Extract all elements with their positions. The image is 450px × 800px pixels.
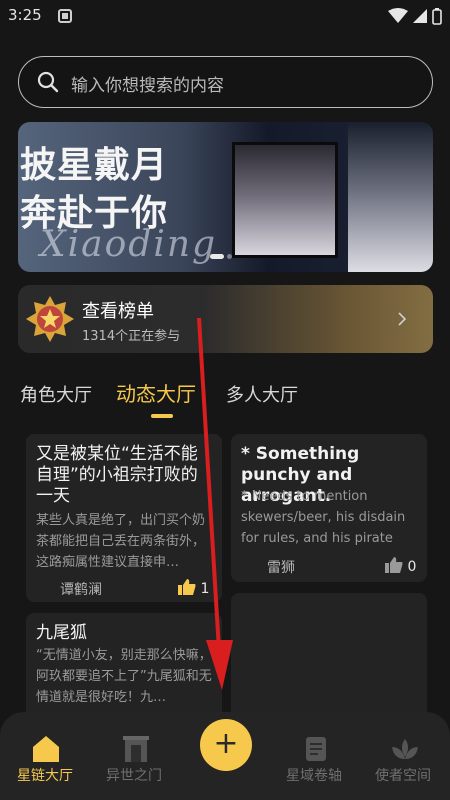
signal-icon	[412, 8, 428, 28]
banner-script-text: Xiaoding	[40, 224, 218, 265]
tab-active-indicator	[151, 414, 173, 418]
search-icon	[37, 71, 59, 97]
nav-star-hall[interactable]: 星链大厅	[17, 765, 73, 785]
status-time: 3:25	[8, 6, 42, 24]
post-author: 雷狮	[267, 560, 295, 576]
banner-photo-framed	[232, 142, 338, 258]
post-author: 谭鹤澜	[60, 582, 102, 598]
leaderboard-participants: 1314个正在参与	[82, 329, 181, 344]
carousel-indicator	[227, 254, 232, 259]
carousel-indicator-active	[210, 254, 224, 259]
like-button[interactable]: 0	[385, 557, 416, 575]
nav-envoy-space[interactable]: 使者空间	[375, 765, 431, 785]
post-card[interactable]: * Something punchy and arrogant. * Needs…	[231, 434, 427, 582]
medal-icon	[24, 293, 76, 349]
post-excerpt: 某些人真是绝了，出门买个奶茶都能把自己丢在两条街外，这路痴属性建议直接申…	[36, 513, 206, 570]
like-count: 0	[407, 559, 417, 575]
thumbs-up-icon	[178, 579, 196, 595]
banner-title-line1: 披星戴月	[20, 144, 169, 186]
tab-multiplayer-hall[interactable]: 多人大厅	[226, 381, 298, 407]
like-button[interactable]: 1	[178, 579, 209, 597]
lotus-icon	[390, 735, 420, 767]
hall-tabs: 角色大厅 动态大厅 多人大厅	[18, 378, 433, 418]
tab-character-hall[interactable]: 角色大厅	[20, 381, 92, 407]
nav-other-world-gate[interactable]: 异世之门	[106, 765, 162, 785]
scroll-icon	[302, 735, 330, 767]
like-count: 1	[200, 581, 210, 597]
promo-banner[interactable]: 披星戴月 奔赴于你 Xiaoding	[18, 122, 433, 272]
leaderboard-entry[interactable]: 查看榜单 1314个正在参与	[18, 285, 433, 353]
leaderboard-title: 查看榜单	[82, 301, 154, 322]
post-excerpt: “无情道小友，别走那么快嘛，阿玖都要追不上了”九尾狐和无情道就是很好吃！九…	[36, 648, 212, 705]
status-bar: 3:25	[0, 0, 450, 32]
tab-moments-hall[interactable]: 动态大厅	[116, 378, 196, 407]
create-button[interactable]: +	[200, 719, 252, 771]
plus-icon: +	[213, 726, 239, 761]
post-excerpt: * Needs to mention skewers/beer, his dis…	[241, 489, 406, 546]
banner-photo-portrait	[348, 122, 433, 272]
chevron-right-icon	[397, 311, 407, 331]
search-placeholder: 输入你想搜索的内容	[71, 76, 224, 96]
post-title: 九尾狐	[36, 623, 87, 643]
battery-icon	[432, 8, 442, 29]
nav-star-scroll[interactable]: 星域卷轴	[286, 765, 342, 785]
home-icon	[32, 735, 60, 767]
post-card[interactable]: 又是被某位“生活不能自理”的小祖宗打败的一天 某些人真是绝了，出门买个奶茶都能把…	[26, 434, 222, 602]
gate-icon	[122, 735, 150, 767]
wifi-icon	[388, 8, 408, 28]
thumbs-up-icon	[385, 557, 403, 573]
post-title: 又是被某位“生活不能自理”的小祖宗打败的一天	[36, 444, 198, 506]
search-bar[interactable]: 输入你想搜索的内容	[18, 56, 433, 108]
notification-icon	[58, 8, 72, 27]
